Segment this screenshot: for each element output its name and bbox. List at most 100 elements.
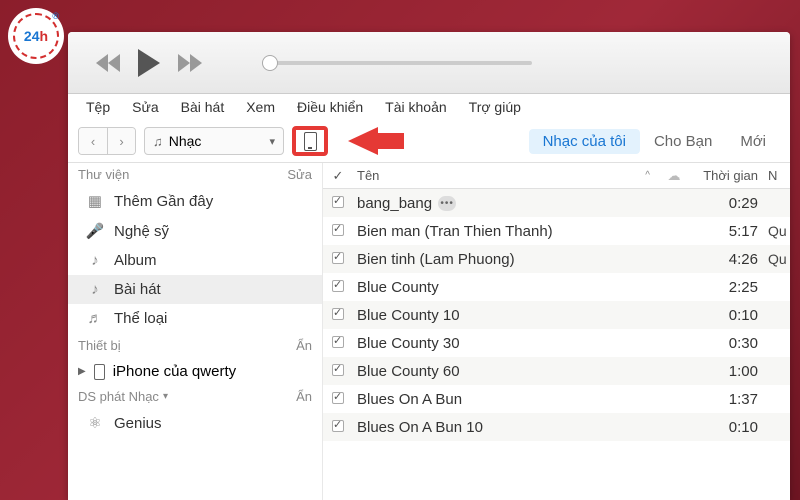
tab-new[interactable]: Mới (726, 129, 780, 154)
row-checkbox[interactable] (323, 364, 353, 379)
table-row[interactable]: Blue County 2:25 (323, 273, 790, 301)
menu-help[interactable]: Trợ giúp (459, 97, 531, 117)
devices-hide[interactable]: Ẩn (296, 338, 312, 353)
table-row[interactable]: Blues On A Bun 1:37 (323, 385, 790, 413)
sidebar: Thư viện Sửa ▦Thêm Gần đây 🎤 Nghệ sỹ ♪ Alb… (68, 163, 323, 500)
library-edit[interactable]: Sửa (287, 167, 312, 182)
selector-label: Nhạc (169, 133, 270, 149)
sidebar-item-recent[interactable]: ▦Thêm Gần đây (68, 186, 322, 216)
row-extra: Qu (768, 223, 790, 239)
table-row[interactable]: Blue County 30 0:30 (323, 329, 790, 357)
logo-reg: ® (52, 11, 59, 21)
genius-icon: ⚛ (86, 414, 104, 432)
grid-icon: ▦ (86, 192, 104, 210)
play-button[interactable] (138, 49, 160, 77)
row-time: 5:17 (690, 223, 768, 240)
row-name: Blues On A Bun (353, 391, 658, 408)
col-name[interactable]: Tên^ (353, 168, 658, 183)
device-name: iPhone của qwerty (113, 363, 236, 380)
tab-for-you[interactable]: Cho Bạn (640, 129, 726, 154)
sidebar-label: Nghệ sỹ (114, 223, 169, 240)
row-time: 1:00 (690, 363, 768, 380)
note-icon: ♪ (86, 281, 104, 298)
sidebar-label: Album (114, 252, 157, 269)
caret-right-icon: ▶ (78, 366, 86, 377)
col-time[interactable]: Thời gian (690, 168, 768, 183)
sidebar-item-artists[interactable]: 🎤 Nghệ sỹ (68, 216, 322, 246)
chevron-updown-icon: ▾ (269, 135, 275, 148)
row-name: Blue County (353, 279, 658, 296)
row-checkbox[interactable] (323, 392, 353, 407)
playlists-hide[interactable]: Ẩn (296, 389, 312, 404)
logo-24h: 24h ® (8, 8, 64, 64)
row-name: Bien tinh (Lam Phuong) (353, 251, 658, 268)
table-row[interactable]: bang_bang••• 0:29 (323, 189, 790, 217)
row-checkbox[interactable] (323, 252, 353, 267)
row-checkbox[interactable] (323, 196, 353, 211)
sidebar-item-genius[interactable]: ⚛ Genius (68, 408, 322, 438)
annotation-arrow (348, 127, 378, 155)
playback-bar (68, 32, 790, 94)
menu-file[interactable]: Tệp (76, 97, 120, 117)
row-checkbox[interactable] (323, 420, 353, 435)
more-icon[interactable]: ••• (438, 196, 456, 211)
next-button[interactable] (178, 54, 202, 72)
tab-my-music[interactable]: Nhạc của tôi (529, 129, 640, 154)
menu-edit[interactable]: Sửa (122, 97, 169, 117)
row-checkbox[interactable] (323, 280, 353, 295)
device-button[interactable] (292, 126, 328, 156)
row-time: 0:30 (690, 335, 768, 352)
media-selector[interactable]: ♫ Nhạc ▾ (144, 127, 284, 155)
row-time: 2:25 (690, 279, 768, 296)
logo-h: h (40, 28, 49, 44)
slider-knob[interactable] (262, 55, 278, 71)
col-extra[interactable]: N (768, 168, 790, 183)
menu-view[interactable]: Xem (236, 97, 285, 117)
sidebar-item-songs[interactable]: ♪Bài hát (68, 275, 322, 304)
sidebar-label: Genius (114, 415, 162, 432)
devices-header: Thiết bị (78, 338, 121, 353)
volume-slider[interactable] (262, 61, 532, 65)
back-button[interactable]: ‹ (79, 128, 107, 154)
sidebar-item-genres[interactable]: ♬ Thể loại (68, 304, 322, 333)
col-check[interactable]: ✓ (323, 168, 353, 184)
mic-icon: 🎤 (86, 222, 104, 240)
library-header: Thư viện (78, 167, 129, 182)
itunes-window: Tệp Sửa Bài hát Xem Điều khiển Tài khoản… (68, 32, 790, 500)
playlists-header: DS phát Nhạc (78, 389, 159, 404)
song-list: ✓ Tên^ ☁ Thời gian N bang_bang••• 0:29 Bie… (323, 163, 790, 500)
table-row[interactable]: Blues On A Bun 100:10 (323, 413, 790, 441)
row-checkbox[interactable] (323, 224, 353, 239)
sidebar-item-albums[interactable]: ♪ Album (68, 246, 322, 275)
chevron-down-icon[interactable]: ▾ (163, 391, 168, 402)
row-time: 0:29 (690, 195, 768, 212)
row-checkbox[interactable] (323, 308, 353, 323)
table-row[interactable]: Bien man (Tran Thien Thanh)5:17Qu (323, 217, 790, 245)
row-time: 4:26 (690, 251, 768, 268)
menu-account[interactable]: Tài khoản (375, 97, 456, 117)
table-row[interactable]: Blue County 100:10 (323, 301, 790, 329)
logo-24: 24 (24, 28, 40, 44)
row-name: Blue County 60 (353, 363, 658, 380)
row-name: Blues On A Bun 10 (353, 419, 658, 436)
menu-controls[interactable]: Điều khiển (287, 97, 373, 117)
forward-button[interactable]: › (107, 128, 135, 154)
menu-song[interactable]: Bài hát (171, 97, 235, 117)
col-cloud[interactable]: ☁ (658, 168, 690, 184)
sidebar-device[interactable]: ▶ iPhone của qwerty (68, 358, 322, 385)
row-checkbox[interactable] (323, 336, 353, 351)
sort-asc-icon: ^ (645, 170, 650, 181)
menu-bar: Tệp Sửa Bài hát Xem Điều khiển Tài khoản… (68, 94, 790, 120)
row-name: bang_bang••• (353, 195, 658, 212)
music-note-icon: ♫ (153, 134, 163, 149)
table-row[interactable]: Blue County 60 1:00 (323, 357, 790, 385)
album-icon: ♪ (86, 252, 104, 269)
sidebar-label: Thể loại (114, 310, 167, 327)
row-name: Blue County 30 (353, 335, 658, 352)
phone-icon (304, 132, 317, 151)
row-time: 1:37 (690, 391, 768, 408)
genre-icon: ♬ (86, 310, 104, 327)
previous-button[interactable] (96, 54, 120, 72)
table-row[interactable]: Bien tinh (Lam Phuong)4:26Qu (323, 245, 790, 273)
toolbar: ‹ › ♫ Nhạc ▾ Nhạc của tôi Cho Bạn Mới (68, 120, 790, 163)
